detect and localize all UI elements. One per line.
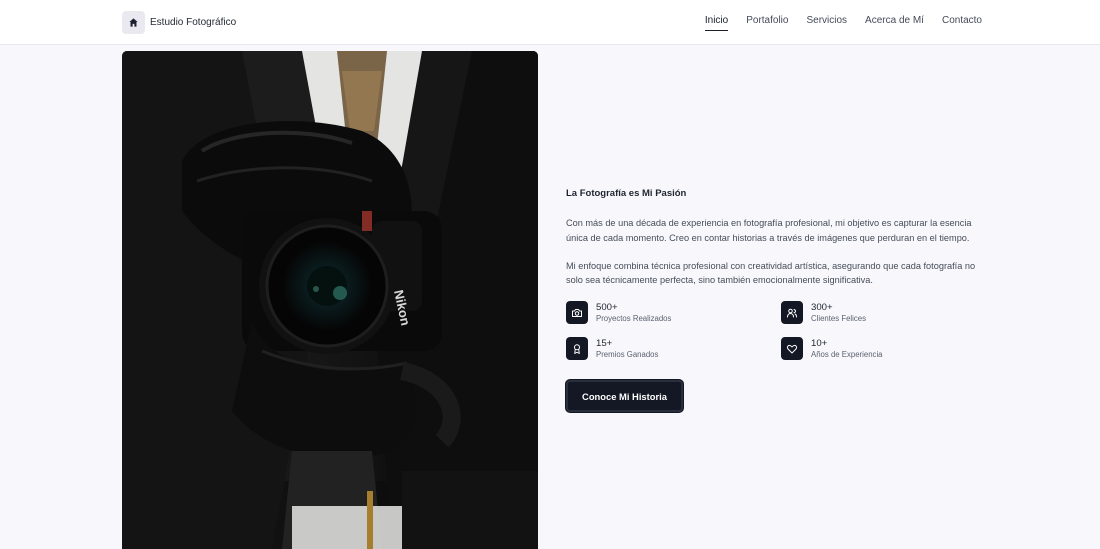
home-icon [122, 10, 145, 34]
stat-value: 10+ [811, 337, 828, 349]
brand-name: Estudio Fotográfico [150, 16, 237, 28]
stat-label: Proyectos Realizados [596, 313, 672, 323]
camera-icon [566, 301, 588, 324]
stat-clients: 300+ Clientes Felices [781, 301, 981, 324]
nav-item-inicio[interactable]: Inicio [704, 15, 729, 31]
award-icon [566, 337, 588, 360]
nav-item-acerca[interactable]: Acerca de Mí [865, 15, 924, 30]
stat-awards: 15+ Premios Ganados [566, 337, 781, 360]
photographer-camera-illustration: Nikon [122, 51, 538, 549]
stat-years: 10+ Años de Experiencia [781, 337, 981, 360]
about-headline: La Fotografía es Mi Pasión [566, 188, 687, 199]
about-paragraph-1: Con más de una década de experiencia en … [566, 218, 972, 243]
about-section: La Fotografía es Mi Pasión Con más de un… [566, 188, 984, 412]
nav-item-contacto[interactable]: Contacto [942, 15, 982, 30]
stat-value: 300+ [811, 301, 833, 313]
about-paragraph-2: Mi enfoque combina técnica profesional c… [566, 260, 976, 286]
nav-item-servicios[interactable]: Servicios [806, 15, 847, 30]
stat-value: 500+ [596, 301, 618, 313]
brand-link[interactable]: Estudio Fotográfico [122, 10, 236, 34]
hero-photo: Nikon [122, 51, 538, 549]
stat-label: Clientes Felices [811, 313, 867, 323]
stats-grid: 500+ Proyectos Realizados 300+ Clientes … [566, 301, 984, 360]
nav-item-portafolio[interactable]: Portafolio [746, 15, 788, 30]
stat-projects: 500+ Proyectos Realizados [566, 301, 781, 324]
stat-value: 15+ [596, 337, 613, 349]
stat-label: Años de Experiencia [811, 349, 883, 359]
heart-icon [781, 337, 803, 360]
site-header: Estudio Fotográfico Inicio Portafolio Se… [0, 0, 1100, 45]
conoce-mi-historia-button[interactable]: Conoce Mi Historia [566, 380, 683, 412]
users-icon [781, 301, 803, 324]
main-nav: Inicio Portafolio Servicios Acerca de Mí… [704, 15, 982, 31]
stat-label: Premios Ganados [596, 349, 659, 359]
